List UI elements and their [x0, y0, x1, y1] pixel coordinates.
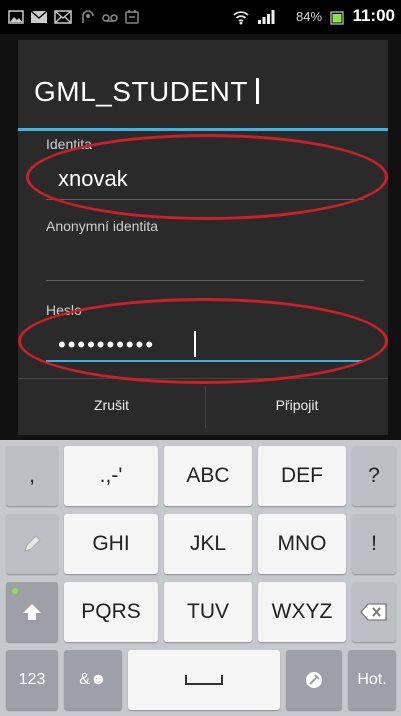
key-def[interactable]: DEF [258, 446, 346, 506]
status-bar: 84% 11:00 [0, 0, 401, 34]
gallery-notification-icon [8, 10, 24, 24]
shift-indicator [12, 588, 18, 594]
voicemail-notification-icon [102, 14, 118, 22]
network-name: GML_STUDENT [34, 76, 248, 107]
connect-button[interactable]: Připojit [206, 380, 388, 430]
key-shift[interactable] [6, 582, 58, 642]
wrench-icon [306, 672, 322, 688]
key-handwriting[interactable] [6, 514, 58, 574]
key-tuv[interactable]: TUV [164, 582, 252, 642]
space-bar-icon [185, 675, 223, 685]
text-cursor [255, 78, 259, 104]
shift-arrow-icon [23, 604, 41, 620]
key-done[interactable]: Hot. [348, 650, 396, 710]
cancel-button[interactable]: Zrušit [18, 380, 205, 430]
key-symbols-emoji[interactable]: &☻ [64, 650, 122, 710]
key-pqrs[interactable]: PQRS [64, 582, 158, 642]
key-numbers[interactable]: 123 [6, 650, 58, 710]
backspace-icon [360, 603, 387, 621]
pencil-icon [24, 535, 41, 552]
cell-signal-icon [258, 10, 275, 24]
dialog-title: GML_STUDENT [34, 76, 259, 108]
battery-icon [330, 11, 344, 25]
key-punctuation[interactable]: .,-' [64, 446, 158, 506]
signal-notification-icon [82, 10, 94, 23]
title-divider [18, 128, 388, 131]
key-abc[interactable]: ABC [164, 446, 252, 506]
key-backspace[interactable] [352, 582, 396, 642]
annotation-ellipse-password [18, 298, 388, 384]
key-comma[interactable]: , [6, 446, 58, 506]
key-exclamation[interactable]: ! [352, 514, 396, 574]
key-ghi[interactable]: GHI [64, 514, 158, 574]
anonymous-identity-underline [46, 280, 364, 281]
key-mno[interactable]: MNO [258, 514, 346, 574]
key-settings[interactable] [286, 650, 342, 710]
anonymous-identity-label: Anonymní identita [46, 218, 159, 234]
alarm-notification-icon [125, 10, 139, 24]
battery-percentage: 84% [296, 9, 323, 24]
key-jkl[interactable]: JKL [164, 514, 252, 574]
email-notification-icon [30, 10, 48, 23]
key-space[interactable] [128, 650, 280, 710]
annotation-ellipse-identity [26, 134, 388, 220]
key-wxyz[interactable]: WXYZ [258, 582, 346, 642]
message-notification-icon [54, 10, 72, 24]
status-time: 11:00 [352, 6, 395, 25]
key-question-mark[interactable]: ? [352, 446, 396, 506]
wifi-icon [233, 11, 249, 25]
